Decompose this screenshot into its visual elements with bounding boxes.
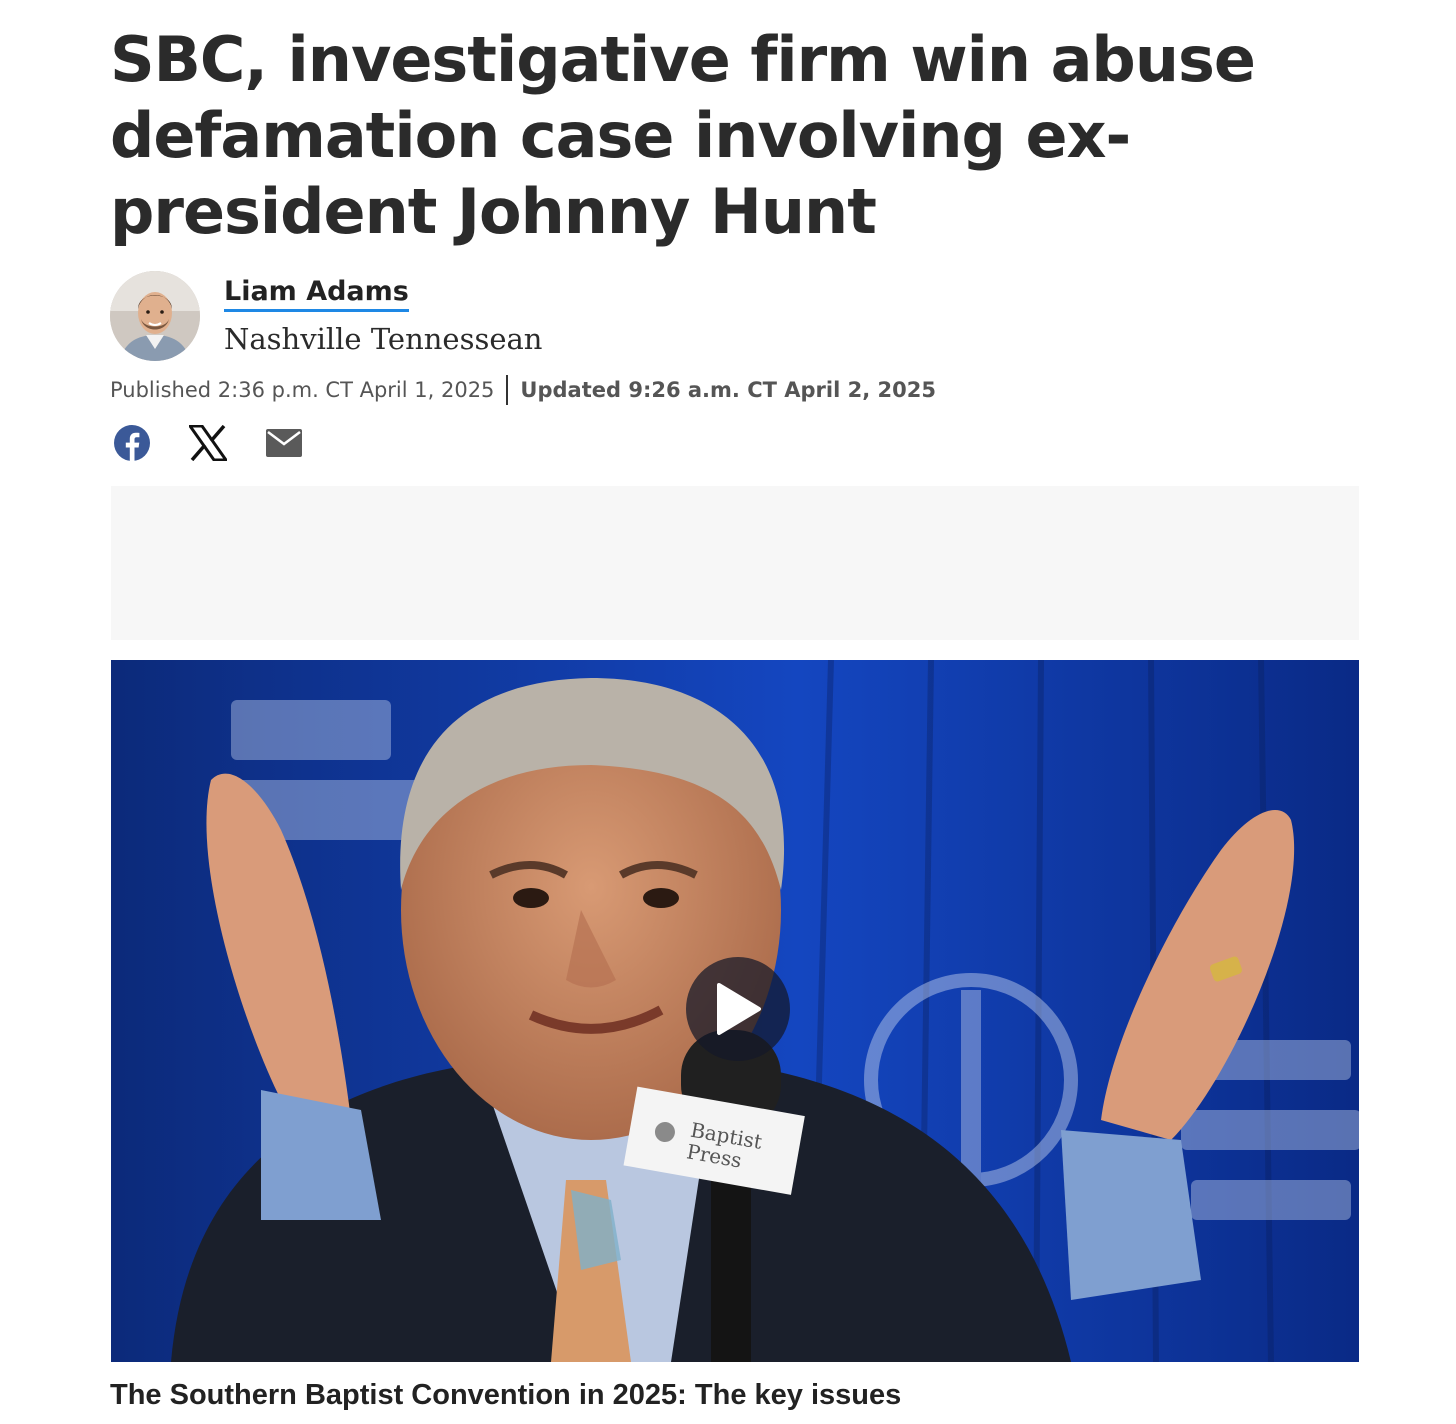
ad-placeholder xyxy=(111,486,1359,640)
share-x-button[interactable] xyxy=(186,421,230,465)
x-icon xyxy=(189,425,227,461)
published-date: Published 2:36 p.m. CT April 1, 2025 xyxy=(110,378,495,402)
share-facebook-button[interactable] xyxy=(110,421,154,465)
date-divider xyxy=(506,375,509,405)
share-row xyxy=(110,420,338,466)
facebook-icon xyxy=(114,425,150,461)
email-icon xyxy=(266,429,302,457)
article-headline: SBC, investigative firm win abuse defama… xyxy=(110,23,1256,248)
byline: Liam Adams Nashville Tennessean xyxy=(110,270,542,362)
video-caption: The Southern Baptist Convention in 2025:… xyxy=(110,1379,902,1411)
publication-name: Nashville Tennessean xyxy=(224,322,543,356)
share-email-button[interactable] xyxy=(262,421,306,465)
author-name-link[interactable]: Liam Adams xyxy=(224,276,409,312)
updated-date: Updated 9:26 a.m. CT April 2, 2025 xyxy=(520,378,936,402)
author-avatar[interactable] xyxy=(110,271,200,361)
author-info: Liam Adams Nashville Tennessean xyxy=(224,276,542,356)
hero-video[interactable]: Baptist Press xyxy=(111,660,1359,1362)
play-icon xyxy=(717,983,761,1035)
dateline: Published 2:36 p.m. CT April 1, 2025 Upd… xyxy=(110,374,936,406)
play-button[interactable] xyxy=(686,957,790,1061)
author-avatar-image xyxy=(110,271,200,361)
